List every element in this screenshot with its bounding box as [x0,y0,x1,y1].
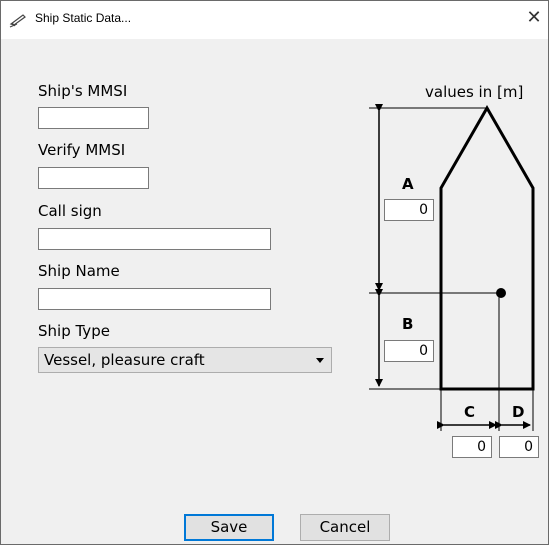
ship-dimension-diagram [369,104,535,431]
save-button[interactable]: Save [184,514,274,541]
b-input[interactable] [384,340,434,362]
ship-outline [439,104,535,391]
c-label: C [464,403,476,421]
window-title: Ship Static Data... [35,11,132,25]
a-label: A [402,175,414,193]
b-label: B [402,315,414,333]
d-label: D [512,403,525,421]
c-input[interactable] [452,436,492,458]
title-bar[interactable]: Ship Static Data... ✕ [1,1,548,39]
reference-point [496,288,506,298]
dialog-body: Ship's MMSI Verify MMSI Call sign Ship N… [1,39,548,544]
d-input[interactable] [499,436,539,458]
ship-static-data-dialog: Ship Static Data... ✕ Ship's MMSI Verify… [0,0,549,545]
a-input[interactable] [384,199,434,221]
cancel-button[interactable]: Cancel [300,514,390,541]
units-label: values in [m] [425,83,524,101]
ship-icon [9,12,27,28]
close-icon[interactable]: ✕ [524,7,544,29]
